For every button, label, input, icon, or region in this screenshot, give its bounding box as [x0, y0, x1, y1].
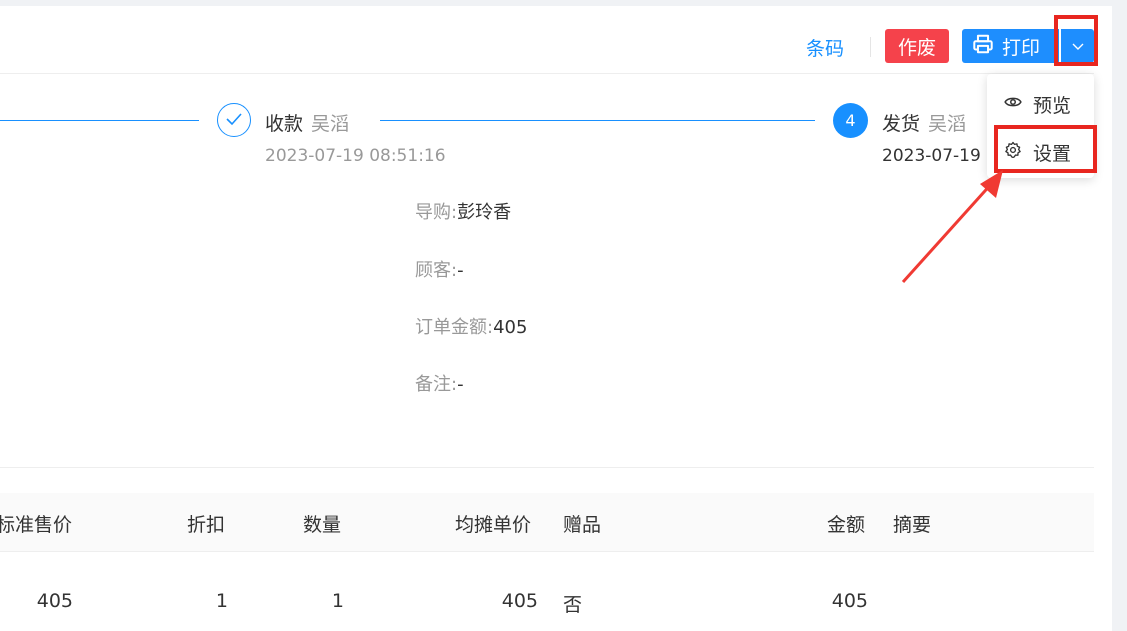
info-guide: 导购:彭玲香 — [415, 198, 511, 224]
step-title-shipping: 发货 吴滔 — [882, 109, 966, 136]
info-label: 备注: — [415, 374, 458, 395]
eye-icon — [987, 93, 1033, 116]
info-label: 导购: — [415, 202, 458, 223]
column-header: 均摊单价 — [455, 514, 532, 536]
print-button-label: 打印 — [1002, 36, 1041, 59]
info-value: - — [457, 260, 464, 281]
column-header: 摘要 — [893, 514, 932, 536]
step-number-indicator: 4 — [833, 103, 868, 138]
step-title-payment: 收款 吴滔 — [265, 109, 349, 136]
step-operator: 吴滔 — [928, 113, 967, 135]
info-customer: 顾客:- — [415, 256, 464, 282]
column-header: 数量 — [303, 514, 342, 536]
check-icon — [225, 111, 243, 130]
annotation-arrow — [901, 170, 1003, 284]
toolbar-separator — [870, 37, 871, 57]
table-cell: 405 — [501, 590, 538, 612]
column-header: 标准售价 — [0, 514, 73, 536]
menu-item-preview[interactable]: 预览 — [987, 82, 1094, 126]
info-value: 405 — [493, 317, 528, 338]
info-order-amount: 订单金额:405 — [415, 313, 527, 339]
section-divider — [0, 467, 1094, 468]
annotation-highlight-toggle — [1054, 15, 1098, 66]
menu-item-label: 预览 — [1033, 94, 1072, 117]
step-connector — [0, 120, 199, 121]
void-button[interactable]: 作废 — [885, 29, 949, 63]
printer-icon — [972, 33, 994, 60]
info-value: - — [457, 374, 464, 395]
step-connector — [380, 120, 815, 121]
step-name: 收款 — [265, 113, 304, 135]
table-cell: 405 — [36, 590, 73, 612]
print-button[interactable]: 打印 — [962, 29, 1059, 63]
table-cell: 405 — [831, 590, 868, 612]
scrollbar-track[interactable] — [1112, 0, 1127, 631]
table-cell: 1 — [215, 590, 228, 612]
step-operator: 吴滔 — [311, 113, 350, 135]
info-label: 订单金额: — [415, 317, 494, 338]
toolbar-divider — [0, 73, 1094, 74]
step-done-indicator — [217, 103, 251, 137]
table-cell: 1 — [331, 590, 344, 612]
info-value: 彭玲香 — [457, 202, 512, 223]
column-header: 赠品 — [563, 514, 602, 536]
info-remark: 备注:- — [415, 370, 464, 396]
column-header: 折扣 — [187, 514, 226, 536]
table-cell: 否 — [563, 594, 583, 616]
step-time-payment: 2023-07-19 08:51:16 — [265, 146, 446, 166]
column-header: 金额 — [827, 514, 866, 536]
info-label: 顾客: — [415, 260, 458, 281]
step-name: 发货 — [882, 113, 921, 135]
barcode-link[interactable]: 条码 — [806, 34, 844, 61]
void-button-label: 作废 — [897, 36, 936, 59]
